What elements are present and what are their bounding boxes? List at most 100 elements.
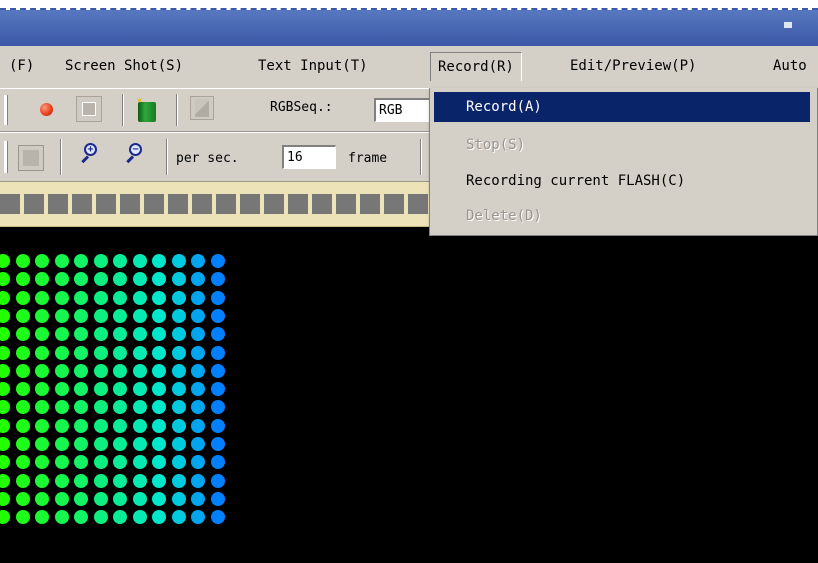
led-pixel <box>74 418 88 433</box>
led-pixel <box>132 290 147 305</box>
rgb-seq-field[interactable]: RGB <box>374 98 430 122</box>
led-pixel <box>0 345 10 360</box>
led-pixel <box>132 363 147 378</box>
zoom-out-icon[interactable]: − <box>125 143 147 165</box>
menu-file[interactable]: (F) <box>2 52 41 80</box>
led-pixel <box>113 473 127 488</box>
toolbar-separator <box>166 139 168 175</box>
led-pixel <box>152 363 166 378</box>
led-pixel <box>35 290 49 305</box>
led-pixel <box>171 254 186 268</box>
led-pixel <box>152 254 166 268</box>
toolbar-grip[interactable] <box>4 141 8 173</box>
stop-square-icon[interactable] <box>76 96 102 122</box>
led-pixel <box>93 491 108 506</box>
title-bar <box>0 10 818 46</box>
led-pixel <box>54 290 69 305</box>
led-pixel <box>0 510 10 525</box>
led-pixel <box>35 400 49 415</box>
menu-item-record[interactable]: Record(A) <box>434 92 810 122</box>
led-pixel <box>113 254 127 268</box>
led-pixel <box>0 473 10 488</box>
record-dot-icon[interactable] <box>40 103 53 116</box>
led-pixel <box>54 437 69 451</box>
led-pixel <box>74 308 88 323</box>
toolbar-separator <box>122 94 124 126</box>
led-pixel <box>132 272 147 287</box>
fps-field[interactable]: 16 <box>282 145 336 169</box>
led-pixel <box>113 491 127 506</box>
led-pixel <box>113 400 127 415</box>
menu-edit-preview[interactable]: Edit/Preview(P) <box>563 52 703 80</box>
rgb-seq-label: RGBSeq.: <box>270 100 333 115</box>
led-pixel <box>54 382 69 397</box>
minimize-icon[interactable] <box>784 22 792 28</box>
menu-item-stop[interactable]: Stop(S) <box>434 130 810 160</box>
led-pixel <box>93 510 108 525</box>
led-pixel <box>132 327 147 342</box>
led-pixel <box>93 254 108 268</box>
led-pixel <box>93 418 108 433</box>
menu-record[interactable]: Record(R) <box>430 52 522 81</box>
led-pixel <box>210 345 225 360</box>
led-pixel <box>113 382 127 397</box>
menu-text-input[interactable]: Text Input(T) <box>251 52 375 80</box>
led-pixel <box>132 437 147 451</box>
led-pixel <box>210 327 225 342</box>
led-pixel <box>35 363 49 378</box>
menu-screen-shot[interactable]: Screen Shot(S) <box>58 52 190 80</box>
led-pixel <box>132 345 147 360</box>
led-pixel <box>54 363 69 378</box>
led-pixel <box>35 437 49 451</box>
led-pixel <box>132 473 147 488</box>
bin-icon[interactable]: ✶ <box>136 94 158 123</box>
led-pixel <box>191 400 205 415</box>
led-pixel <box>152 272 166 287</box>
led-pixel <box>93 272 108 287</box>
led-pixel <box>74 327 88 342</box>
led-pixel <box>74 254 88 268</box>
led-pixel <box>171 510 186 525</box>
led-pixel <box>171 491 186 506</box>
menu-auto[interactable]: Auto <box>766 52 814 80</box>
toolbar-separator <box>60 139 62 175</box>
led-pixel <box>113 308 127 323</box>
check-icon[interactable] <box>190 96 214 120</box>
led-pixel <box>35 473 49 488</box>
led-pixel <box>171 473 186 488</box>
toolbar-grip[interactable] <box>4 95 8 125</box>
menu-item-record-flash[interactable]: Recording current FLASH(C) <box>434 166 810 196</box>
led-pixel <box>35 254 49 268</box>
zoom-in-icon[interactable]: + <box>80 143 102 165</box>
led-pixel <box>152 491 166 506</box>
led-pixel <box>152 290 166 305</box>
toolbar-separator <box>420 139 422 175</box>
led-pixel <box>171 290 186 305</box>
led-pixel <box>210 363 225 378</box>
led-pixel <box>0 382 10 397</box>
led-pixel <box>210 290 225 305</box>
menu-item-delete[interactable]: Delete(D) <box>434 201 810 231</box>
led-pixel <box>171 418 186 433</box>
led-pixel <box>93 345 108 360</box>
led-pixel <box>132 491 147 506</box>
per-sec-label: per sec. <box>176 151 239 166</box>
led-pixel <box>210 418 225 433</box>
led-pixel <box>54 455 69 470</box>
led-pixel <box>152 400 166 415</box>
led-pixel <box>132 510 147 525</box>
led-pixel <box>132 455 147 470</box>
toolbar-separator <box>176 94 178 126</box>
led-pixel <box>54 510 69 525</box>
led-pixel <box>191 345 205 360</box>
led-pixel <box>171 327 186 342</box>
led-pixel <box>210 491 225 506</box>
led-pixel <box>15 437 30 451</box>
led-preview-canvas[interactable] <box>0 227 818 563</box>
led-pixel <box>15 254 30 268</box>
led-pixel <box>15 363 30 378</box>
led-pixel <box>152 345 166 360</box>
led-pixel <box>152 382 166 397</box>
frame-icon[interactable] <box>18 145 44 171</box>
led-pixel <box>15 382 30 397</box>
